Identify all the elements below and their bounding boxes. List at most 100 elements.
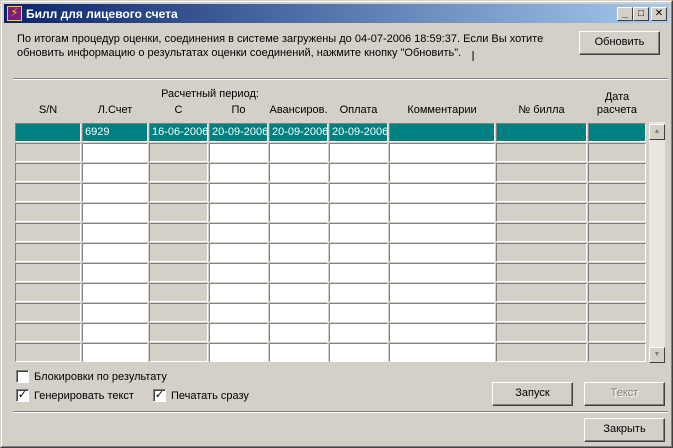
block-by-result-checkbox-box[interactable]: [16, 370, 29, 383]
cell-calc-date[interactable]: [588, 123, 646, 142]
cell-bill-no[interactable]: [496, 303, 587, 322]
cell-from[interactable]: [149, 303, 208, 322]
close-window-button[interactable]: ✕: [651, 7, 667, 21]
cell-to[interactable]: [209, 323, 268, 342]
cell-advance[interactable]: [269, 223, 328, 242]
table-row[interactable]: [15, 203, 646, 223]
cell-advance[interactable]: [269, 183, 328, 202]
cell-advance[interactable]: [269, 143, 328, 162]
cell-comments[interactable]: [389, 323, 495, 342]
cell-calc-date[interactable]: [588, 303, 646, 322]
print-now-checkbox[interactable]: ✓ Печатать сразу: [153, 389, 249, 402]
table-row[interactable]: [15, 323, 646, 343]
cell-from[interactable]: [149, 163, 208, 182]
cell-sn[interactable]: [15, 123, 81, 142]
col-header-calc-date[interactable]: Дата расчета: [590, 91, 644, 117]
col-header-bill-no[interactable]: № билла: [496, 104, 587, 117]
cell-to[interactable]: [209, 283, 268, 302]
cell-calc-date[interactable]: [588, 243, 646, 262]
cell-sn[interactable]: [15, 163, 81, 182]
cell-comments[interactable]: [389, 303, 495, 322]
cell-advance[interactable]: 20-09-2006: [269, 123, 328, 142]
cell-account[interactable]: [82, 343, 148, 362]
bills-grid[interactable]: 6929 16-06-2006 20-09-2006 20-09-2006 20-09-…: [15, 122, 646, 363]
cell-comments[interactable]: [389, 163, 495, 182]
generate-text-checkbox-box[interactable]: ✓: [16, 389, 29, 402]
cell-sn[interactable]: [15, 283, 81, 302]
cell-to[interactable]: [209, 163, 268, 182]
scroll-up-arrow-icon[interactable]: ▲: [649, 124, 665, 140]
cell-sn[interactable]: [15, 303, 81, 322]
cell-to[interactable]: [209, 143, 268, 162]
cell-payment[interactable]: [329, 323, 388, 342]
cell-payment[interactable]: [329, 143, 388, 162]
cell-advance[interactable]: [269, 163, 328, 182]
table-row[interactable]: [15, 223, 646, 243]
cell-from[interactable]: [149, 223, 208, 242]
cell-comments[interactable]: [389, 123, 495, 142]
cell-payment[interactable]: [329, 223, 388, 242]
cell-account[interactable]: [82, 183, 148, 202]
cell-to[interactable]: [209, 263, 268, 282]
col-header-payment[interactable]: Оплата: [329, 104, 388, 117]
cell-comments[interactable]: [389, 283, 495, 302]
cell-calc-date[interactable]: [588, 343, 646, 362]
col-header-to[interactable]: По: [209, 104, 268, 117]
cell-payment[interactable]: [329, 283, 388, 302]
col-header-from[interactable]: С: [149, 104, 208, 117]
cell-calc-date[interactable]: [588, 323, 646, 342]
cell-bill-no[interactable]: [496, 223, 587, 242]
cell-from[interactable]: 16-06-2006: [149, 123, 208, 142]
cell-sn[interactable]: [15, 223, 81, 242]
cell-from[interactable]: [149, 263, 208, 282]
cell-advance[interactable]: [269, 263, 328, 282]
cell-bill-no[interactable]: [496, 183, 587, 202]
cell-comments[interactable]: [389, 343, 495, 362]
cell-sn[interactable]: [15, 323, 81, 342]
table-row[interactable]: [15, 183, 646, 203]
cell-comments[interactable]: [389, 143, 495, 162]
cell-sn[interactable]: [15, 343, 81, 362]
close-button[interactable]: Закрыть: [584, 418, 665, 442]
title-bar[interactable]: ⚡ Билл для лицевого счета _ □ ✕: [4, 4, 669, 23]
col-header-comments[interactable]: Комментарии: [389, 104, 495, 117]
cell-to[interactable]: [209, 303, 268, 322]
cell-account[interactable]: [82, 243, 148, 262]
cell-account[interactable]: [82, 223, 148, 242]
cell-payment[interactable]: [329, 203, 388, 222]
grid-vertical-scrollbar[interactable]: ▲ ▼: [649, 122, 665, 363]
cell-advance[interactable]: [269, 283, 328, 302]
cell-bill-no[interactable]: [496, 343, 587, 362]
cell-payment[interactable]: [329, 243, 388, 262]
cell-to[interactable]: [209, 343, 268, 362]
cell-sn[interactable]: [15, 183, 81, 202]
cell-advance[interactable]: [269, 243, 328, 262]
generate-text-checkbox[interactable]: ✓ Генерировать текст: [16, 389, 134, 402]
cell-calc-date[interactable]: [588, 263, 646, 282]
cell-payment[interactable]: [329, 303, 388, 322]
cell-calc-date[interactable]: [588, 203, 646, 222]
cell-comments[interactable]: [389, 263, 495, 282]
table-row[interactable]: [15, 343, 646, 363]
table-row[interactable]: [15, 143, 646, 163]
cell-comments[interactable]: [389, 243, 495, 262]
cell-bill-no[interactable]: [496, 123, 587, 142]
cell-to[interactable]: [209, 203, 268, 222]
cell-to[interactable]: [209, 223, 268, 242]
cell-payment[interactable]: [329, 163, 388, 182]
table-row[interactable]: [15, 263, 646, 283]
cell-from[interactable]: [149, 143, 208, 162]
cell-to[interactable]: 20-09-2006: [209, 123, 268, 142]
table-row[interactable]: [15, 303, 646, 323]
table-row[interactable]: [15, 243, 646, 263]
cell-from[interactable]: [149, 343, 208, 362]
table-row[interactable]: [15, 283, 646, 303]
cell-account[interactable]: [82, 263, 148, 282]
cell-from[interactable]: [149, 243, 208, 262]
cell-comments[interactable]: [389, 203, 495, 222]
cell-account[interactable]: [82, 203, 148, 222]
table-row[interactable]: 6929 16-06-2006 20-09-2006 20-09-2006 20-09-…: [15, 123, 646, 143]
cell-account[interactable]: [82, 303, 148, 322]
cell-payment[interactable]: 20-09-2006: [329, 123, 388, 142]
refresh-button[interactable]: Обновить: [579, 31, 660, 55]
